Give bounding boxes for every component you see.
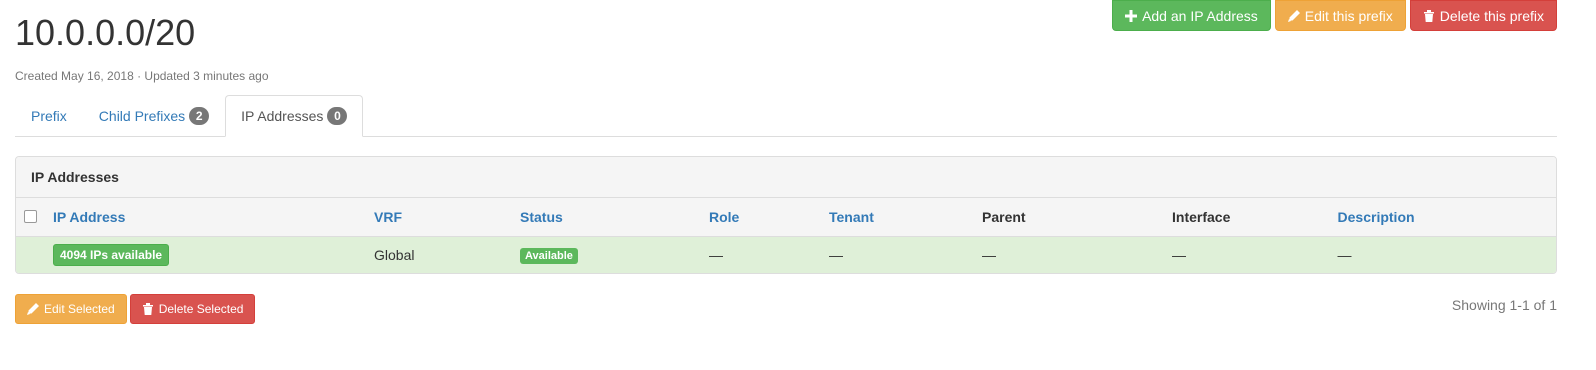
delete-prefix-label: Delete this prefix	[1439, 7, 1544, 24]
ip-address-cell: 4094 IPs available	[53, 236, 374, 273]
ip-addresses-table: IP Address VRF Status Role Tenant Parent…	[16, 198, 1556, 273]
page-title: 10.0.0.0/20	[15, 12, 196, 53]
column-status[interactable]: Status	[520, 198, 709, 236]
status-badge: Available	[520, 247, 578, 264]
panel-heading: IP Addresses	[16, 157, 1556, 198]
trash-icon	[142, 303, 154, 315]
bulk-actions: Edit Selected Delete Selected	[15, 294, 256, 324]
tab-ip-addresses[interactable]: IP Addresses 0	[225, 95, 364, 137]
tab-child-prefixes-label: Child Prefixes	[98, 108, 186, 124]
edit-selected-label: Edit Selected	[44, 302, 115, 316]
description-cell: —	[1337, 246, 1352, 263]
created-updated-meta: Created May 16, 2018 · Updated 3 minutes…	[15, 69, 269, 83]
pagination-summary: Showing 1-1 of 1	[1451, 297, 1557, 313]
table-row: 4094 IPs available Global Available — — …	[16, 236, 1556, 273]
vrf-cell: Global	[374, 246, 415, 263]
available-ips-link[interactable]: 4094 IPs available	[53, 243, 170, 266]
edit-prefix-label: Edit this prefix	[1304, 7, 1393, 24]
column-parent: Parent	[982, 208, 1026, 225]
tab-child-prefixes[interactable]: Child Prefixes 2	[83, 95, 225, 137]
pencil-icon	[1287, 9, 1300, 22]
prefix-actions: Add an IP Address Edit this prefix Delet…	[1112, 0, 1557, 31]
plus-icon	[1125, 9, 1138, 22]
column-ip-address[interactable]: IP Address	[53, 198, 374, 236]
column-description[interactable]: Description	[1338, 198, 1556, 236]
pencil-icon	[27, 303, 39, 315]
delete-selected-label: Delete Selected	[158, 302, 244, 316]
edit-selected-button[interactable]: Edit Selected	[15, 294, 127, 324]
select-all-cell	[16, 198, 53, 236]
delete-selected-button[interactable]: Delete Selected	[129, 294, 256, 324]
column-role[interactable]: Role	[709, 198, 829, 236]
add-ip-address-button[interactable]: Add an IP Address	[1112, 0, 1271, 31]
parent-cell: —	[982, 246, 996, 263]
table-header-row: IP Address VRF Status Role Tenant Parent…	[16, 198, 1556, 236]
tab-prefix[interactable]: Prefix	[15, 95, 83, 137]
prefix-tabs: Prefix Child Prefixes 2 IP Addresses 0	[15, 95, 1557, 137]
delete-prefix-button[interactable]: Delete this prefix	[1409, 0, 1557, 31]
ip-addresses-count-badge: 0	[327, 107, 348, 125]
status-cell: Available	[520, 236, 709, 273]
select-all-checkbox[interactable]	[24, 210, 37, 224]
child-prefixes-count-badge: 2	[189, 107, 210, 125]
tab-prefix-label: Prefix	[31, 108, 67, 124]
trash-icon	[1423, 9, 1435, 22]
role-cell: —	[709, 246, 723, 263]
tenant-cell: —	[829, 246, 843, 263]
ip-addresses-panel: IP Addresses IP Address VRF Status Role …	[15, 156, 1557, 274]
tab-ip-addresses-label: IP Addresses	[241, 108, 324, 124]
edit-prefix-button[interactable]: Edit this prefix	[1274, 0, 1406, 31]
column-tenant[interactable]: Tenant	[829, 198, 982, 236]
add-ip-address-label: Add an IP Address	[1142, 7, 1258, 24]
column-interface: Interface	[1172, 208, 1231, 225]
interface-cell: —	[1172, 246, 1186, 263]
row-select-cell	[16, 236, 53, 273]
column-vrf[interactable]: VRF	[374, 198, 520, 236]
